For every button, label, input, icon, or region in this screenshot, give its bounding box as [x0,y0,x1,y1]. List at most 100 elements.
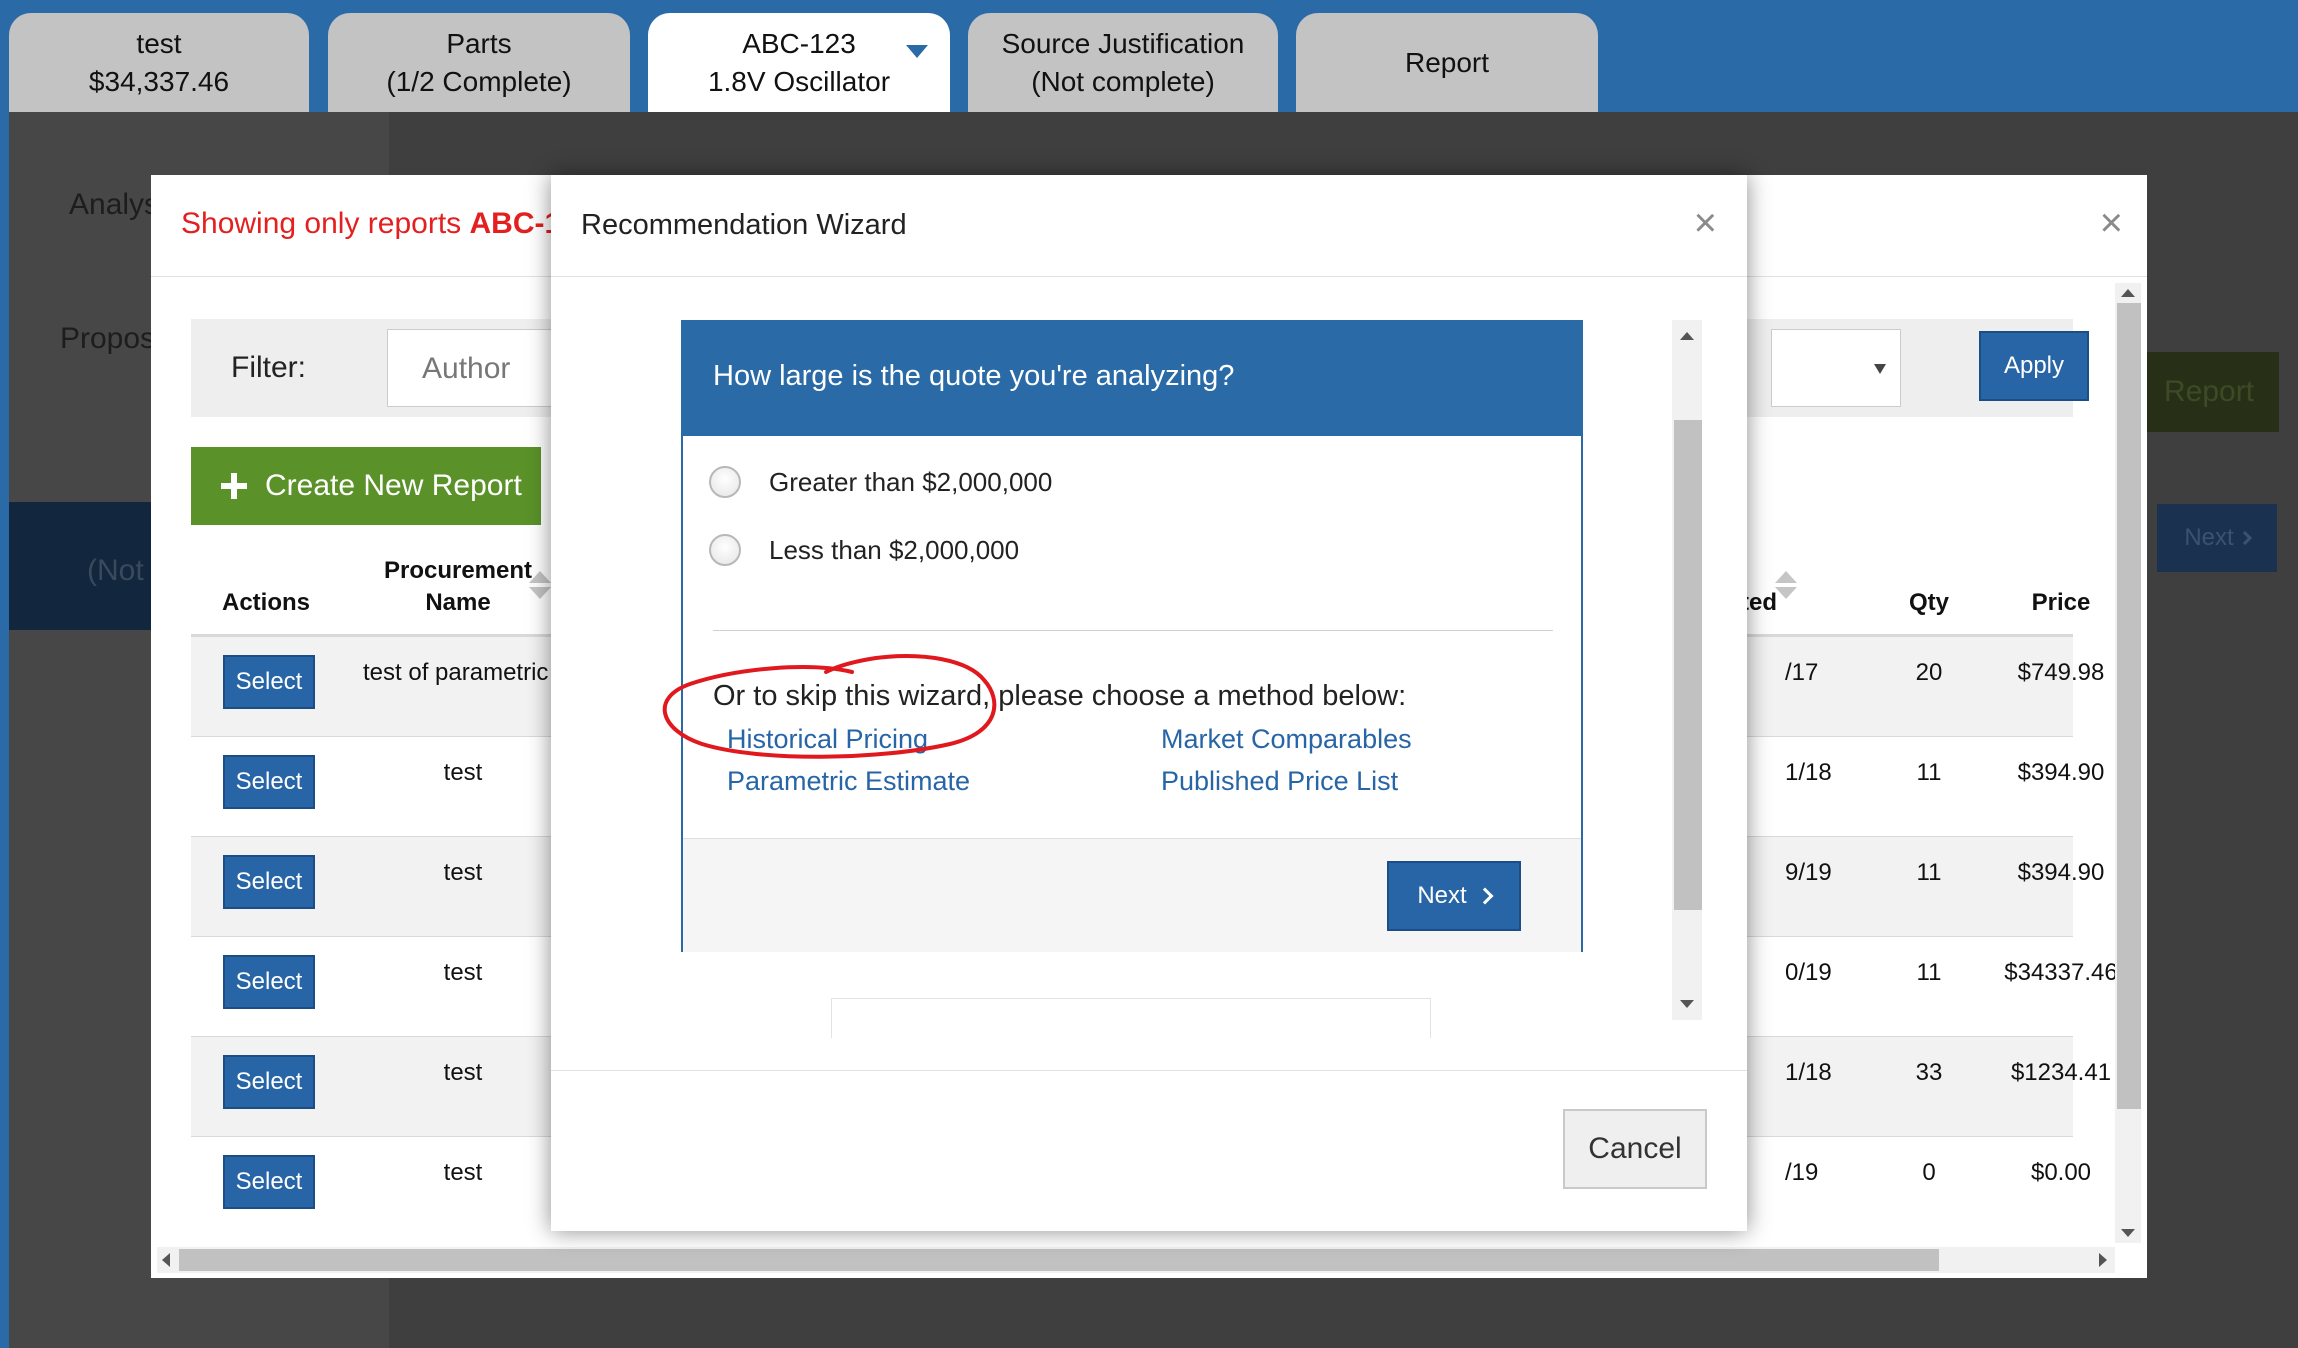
next-button-label: Next [1417,882,1467,909]
select-button[interactable]: Select [223,755,315,809]
tab-parts-status: (1/2 Complete) [386,65,572,97]
column-header-actions: Actions [221,589,310,616]
column-header-qty: Qty [1908,589,1949,616]
reports-title-prefix: Showing only reports [181,207,462,240]
parametric-estimate-link[interactable]: Parametric Estimate [727,766,970,797]
filter-dropdown[interactable] [1771,329,1901,407]
tab-test-amount: $34,337.46 [88,65,230,97]
scroll-left-icon[interactable] [162,1253,170,1267]
procurement-name-cell: test [443,1159,483,1186]
scroll-right-icon[interactable] [2099,1253,2107,1267]
skip-wizard-text: Or to skip this wizard, please choose a … [713,680,1407,712]
bg-status-panel: (Not [9,502,159,630]
chevron-down-icon[interactable] [906,45,928,58]
close-icon[interactable]: × [1694,203,1717,243]
reports-horizontal-scrollbar[interactable] [157,1247,2115,1273]
tab-test-name: test [136,27,182,59]
bg-status-text: (Not [87,554,144,587]
scroll-down-icon[interactable] [2121,1229,2135,1237]
create-new-report-label: Create New Report [265,469,522,502]
bg-next-button: Next [2157,504,2277,572]
option-less-than-2m[interactable]: Less than $2,000,000 [709,534,1019,566]
select-button[interactable]: Select [223,1155,315,1209]
wizard-vertical-scrollbar[interactable] [1672,320,1702,1020]
sort-up-icon[interactable] [529,571,551,583]
wizard-footer: Cancel [551,1070,1747,1231]
question-card: How large is the quote you're analyzing?… [681,320,1583,952]
bg-analysis-label: Analys [69,188,160,221]
filter-label: Filter: [231,351,306,384]
cancel-button[interactable]: Cancel [1563,1109,1707,1189]
radio-button[interactable] [709,534,741,566]
reports-vertical-scrollbar[interactable] [2115,283,2141,1243]
chevron-right-icon [1476,887,1494,905]
qty-cell: 0 [1922,1159,1936,1186]
chevron-right-icon [2237,530,2252,546]
tab-source-justification-label: Source Justification [1001,27,1245,59]
scroll-up-icon[interactable] [1680,332,1694,340]
tab-part-number: ABC-123 [742,27,856,59]
price-cell: $1234.41 [2010,1059,2112,1086]
sort-up-icon[interactable] [1775,571,1797,583]
option-label: Greater than $2,000,000 [769,466,1053,497]
recommendation-wizard-modal: Recommendation Wizard × How large is the… [551,175,1747,1231]
radio-button[interactable] [709,466,741,498]
dropdown-arrow-icon [1874,364,1886,374]
scroll-down-icon[interactable] [1680,1000,1694,1008]
published-price-list-link[interactable]: Published Price List [1161,766,1398,797]
date-cell: 1/18 [1785,759,1832,786]
select-button[interactable]: Select [223,655,315,709]
bg-report-button: Report [2139,352,2279,432]
question-heading: How large is the quote you're analyzing? [683,322,1581,436]
scroll-up-icon[interactable] [2121,289,2135,297]
tab-source-justification[interactable]: Source Justification (Not complete) [968,13,1278,112]
select-button[interactable]: Select [223,955,315,1009]
select-button[interactable]: Select [223,855,315,909]
scrollbar-thumb[interactable] [1674,420,1702,910]
sort-down-icon[interactable] [529,587,551,599]
qty-cell: 33 [1915,1059,1943,1086]
scrollbar-thumb[interactable] [2117,303,2141,1109]
tab-source-justification-status: (Not complete) [1031,65,1215,97]
tab-report-label: Report [1404,46,1490,78]
date-cell: 9/19 [1785,859,1832,886]
procurement-name-cell: test [443,859,483,886]
column-header-price: Price [2031,589,2091,616]
price-cell: $749.98 [2017,659,2105,686]
procurement-name-cell: test [443,759,483,786]
tab-parts[interactable]: Parts (1/2 Complete) [328,13,630,112]
wizard-header: Recommendation Wizard × [551,175,1747,277]
qty-cell: 11 [1916,959,1942,986]
price-cell: $394.90 [2017,859,2105,886]
bg-next-button-label: Next [2184,524,2234,551]
top-tab-bar: test $34,337.46 Parts (1/2 Complete) ABC… [0,0,2298,112]
question-divider [713,630,1553,631]
price-cell: $394.90 [2017,759,2105,786]
close-icon[interactable]: × [2100,203,2123,243]
market-comparables-link[interactable]: Market Comparables [1161,724,1412,755]
tab-part-abc-123[interactable]: ABC-123 1.8V Oscillator [648,13,950,112]
select-button[interactable]: Select [223,1055,315,1109]
tab-report[interactable]: Report [1296,13,1598,112]
qty-cell: 11 [1916,859,1942,886]
next-question-card [831,998,1431,1038]
create-new-report-button[interactable]: Create New Report [191,447,541,525]
date-cell: /17 [1785,659,1819,686]
qty-cell: 11 [1916,759,1942,786]
tab-test-total[interactable]: test $34,337.46 [9,13,309,112]
option-greater-than-2m[interactable]: Greater than $2,000,000 [709,466,1052,498]
next-button[interactable]: Next [1387,861,1521,931]
date-cell: 1/18 [1785,1059,1832,1086]
scrollbar-thumb[interactable] [179,1249,1939,1271]
plus-icon [221,473,247,499]
tab-parts-label: Parts [446,27,512,59]
historical-pricing-link[interactable]: Historical Pricing [727,724,928,755]
bg-report-button-label: Report [2163,375,2255,408]
bg-proposal-label: Propos [60,322,156,355]
apply-button[interactable]: Apply [1979,331,2089,401]
procurement-name-cell: test [443,1059,483,1086]
date-cell: /19 [1785,1159,1819,1186]
sort-down-icon[interactable] [1775,587,1797,599]
date-cell: 0/19 [1785,959,1832,986]
procurement-name-cell: test [443,959,483,986]
